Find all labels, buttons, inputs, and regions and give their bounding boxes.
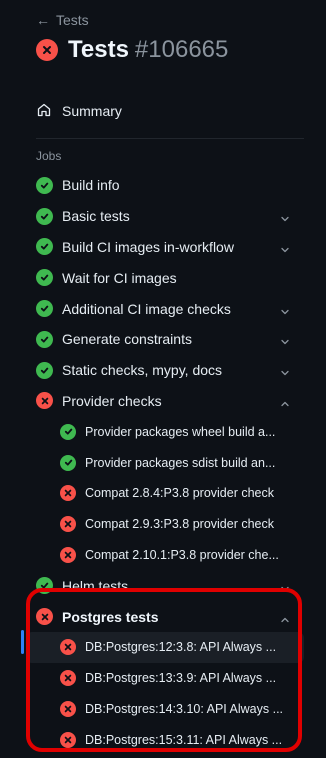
- x-circle-icon: [60, 546, 76, 563]
- check-circle-icon: [36, 300, 53, 318]
- x-circle-icon: [36, 392, 53, 410]
- sub-job-item[interactable]: DB:Postgres:13:3.9: API Always ...: [26, 663, 304, 694]
- x-circle-icon: [60, 700, 76, 717]
- x-circle-icon: [60, 731, 76, 748]
- job-label: DB:Postgres:13:3.9: API Always ...: [85, 671, 277, 686]
- arrow-left-icon: ←: [36, 12, 50, 28]
- job-item[interactable]: Basic tests: [26, 201, 304, 232]
- x-circle-icon: [60, 516, 76, 533]
- workflow-sidebar: ← Tests Tests #106665 Summary Jobs Build …: [0, 0, 326, 758]
- check-circle-icon: [36, 361, 53, 379]
- sub-job-item[interactable]: DB:Postgres:12:3.8: API Always ...: [26, 631, 304, 663]
- job-label: Basic tests: [62, 208, 130, 225]
- chevron-down-icon[interactable]: [280, 242, 290, 253]
- chevron-down-icon[interactable]: [280, 211, 290, 222]
- sub-job-item[interactable]: DB:Postgres:14:3.10: API Always ...: [26, 694, 304, 725]
- job-label: Helm tests: [62, 577, 129, 594]
- job-label: Wait for CI images: [62, 269, 177, 286]
- workflow-title: Tests: [68, 36, 129, 63]
- sub-job-item[interactable]: Provider packages sdist build an...: [26, 447, 304, 478]
- sub-job-item[interactable]: Provider packages wheel build a...: [26, 416, 304, 447]
- x-circle-icon: [60, 639, 76, 656]
- job-item[interactable]: Provider checks: [26, 386, 304, 417]
- summary-link[interactable]: Summary: [36, 96, 122, 126]
- job-item[interactable]: Generate constraints: [26, 324, 304, 355]
- job-label: Additional CI image checks: [62, 300, 231, 317]
- job-label: Compat 2.9.3:P3.8 provider check: [85, 517, 274, 532]
- check-circle-icon: [36, 269, 53, 287]
- job-item[interactable]: Wait for CI images: [26, 262, 304, 293]
- page-title: Tests #106665: [36, 36, 228, 64]
- job-label: DB:Postgres:15:3.11: API Always ...: [85, 732, 283, 747]
- job-item[interactable]: Build CI images in-workflow: [26, 232, 304, 263]
- sub-job-item[interactable]: DB:Postgres:15:3.11: API Always ...: [26, 724, 304, 755]
- job-label: Build info: [62, 177, 120, 194]
- jobs-heading: Jobs: [36, 149, 62, 163]
- run-number: #106665: [134, 36, 229, 63]
- job-label: Provider packages sdist build an...: [85, 455, 276, 470]
- job-list: Build info Basic tests Build CI images in-…: [26, 170, 304, 755]
- divider: [36, 138, 304, 139]
- job-item[interactable]: Helm tests: [26, 570, 304, 601]
- back-link-label: Tests: [56, 12, 89, 28]
- x-circle-icon: [36, 608, 53, 626]
- job-item[interactable]: Postgres tests: [26, 601, 304, 632]
- check-circle-icon: [60, 423, 76, 440]
- chevron-up-icon[interactable]: [280, 612, 290, 622]
- job-label: Build CI images in-workflow: [62, 238, 234, 255]
- summary-label: Summary: [62, 103, 122, 119]
- job-label: Provider checks: [62, 392, 162, 409]
- chevron-down-icon[interactable]: [280, 581, 290, 591]
- job-item[interactable]: Static checks, mypy, docs: [26, 355, 304, 386]
- check-circle-icon: [36, 238, 53, 256]
- active-indicator: [21, 630, 24, 654]
- job-label: Provider packages wheel build a...: [85, 424, 276, 439]
- x-circle-icon: [60, 670, 76, 687]
- job-label: DB:Postgres:12:3.8: API Always ...: [85, 640, 277, 655]
- check-circle-icon: [36, 207, 53, 225]
- chevron-down-icon[interactable]: [280, 334, 290, 345]
- job-label: Static checks, mypy, docs: [62, 362, 223, 379]
- sub-job-item[interactable]: Compat 2.10.1:P3.8 provider che...: [26, 540, 304, 571]
- job-label: Compat 2.8.4:P3.8 provider check: [85, 486, 274, 501]
- job-label: Compat 2.10.1:P3.8 provider che...: [85, 547, 279, 562]
- chevron-up-icon[interactable]: [280, 396, 290, 407]
- job-item[interactable]: Build info: [26, 170, 304, 201]
- check-circle-icon: [60, 454, 76, 471]
- job-label: DB:Postgres:14:3.10: API Always ...: [85, 701, 284, 716]
- back-link[interactable]: ← Tests: [36, 12, 89, 28]
- check-circle-icon: [36, 330, 53, 348]
- home-icon: [36, 102, 52, 121]
- job-label: Generate constraints: [62, 331, 192, 348]
- job-label: Postgres tests: [62, 608, 159, 625]
- sub-job-item[interactable]: Compat 2.9.3:P3.8 provider check: [26, 509, 304, 540]
- sub-job-item[interactable]: Compat 2.8.4:P3.8 provider check: [26, 478, 304, 509]
- chevron-down-icon[interactable]: [280, 304, 290, 314]
- check-circle-icon: [36, 176, 53, 194]
- job-item[interactable]: Additional CI image checks: [26, 293, 304, 324]
- chevron-down-icon[interactable]: [280, 365, 290, 376]
- x-circle-icon: [60, 485, 76, 502]
- check-circle-icon: [36, 577, 53, 595]
- x-circle-icon: [36, 39, 58, 61]
